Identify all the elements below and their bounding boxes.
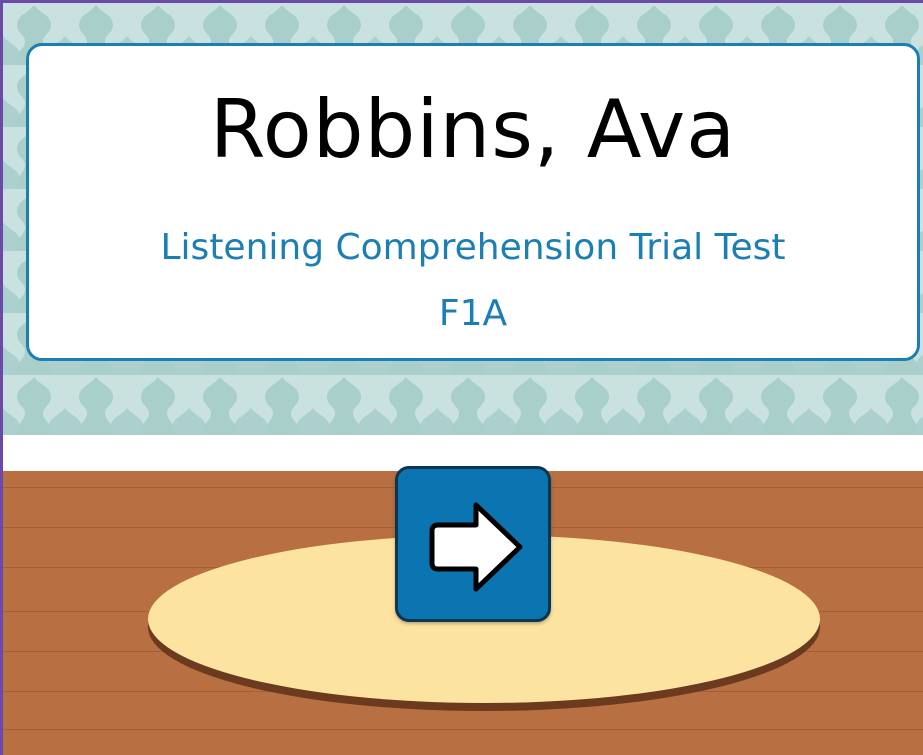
- student-name: Robbins, Ava: [209, 83, 737, 176]
- student-info-card: Robbins, Ava Listening Comprehension Tri…: [26, 43, 920, 361]
- test-title: Listening Comprehension Trial Test: [160, 227, 786, 268]
- test-code: F1A: [438, 293, 508, 334]
- arrow-right-icon: [429, 502, 523, 592]
- app-frame: Robbins, Ava Listening Comprehension Tri…: [0, 0, 923, 755]
- next-button[interactable]: [395, 466, 551, 622]
